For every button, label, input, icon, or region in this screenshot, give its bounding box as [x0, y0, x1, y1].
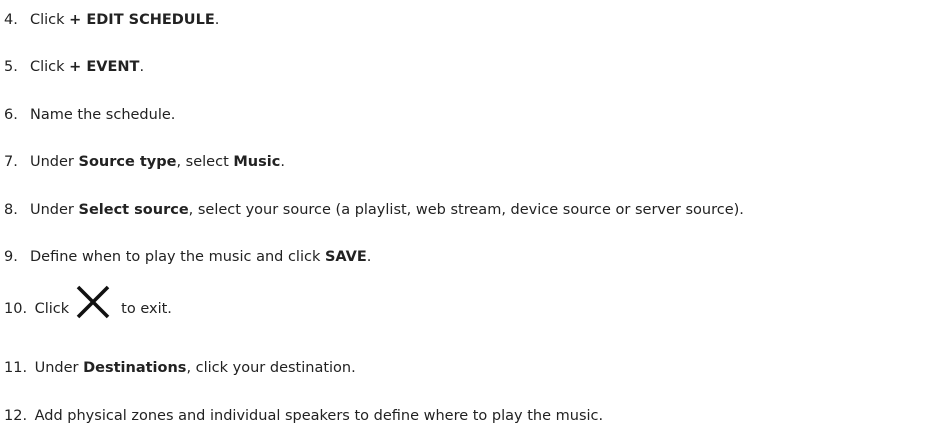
step-number: 5.: [4, 59, 18, 75]
step-text: Under: [30, 202, 74, 218]
step-text-end: , click your destination.: [186, 360, 356, 376]
step-ui-label: SAVE: [324, 249, 367, 265]
step-number: 11.: [4, 360, 28, 376]
step-10: 10. Click to exit.: [4, 285, 172, 323]
step-text: Add physical zones and individual speake…: [34, 408, 604, 424]
step-4: 4. Click + EDIT SCHEDULE.: [4, 6, 219, 34]
step-text: Click: [30, 59, 65, 75]
step-number: 9.: [4, 249, 18, 265]
step-ui-label: Destinations: [83, 360, 187, 376]
step-number: 7.: [4, 154, 18, 170]
step-text-end: .: [280, 154, 285, 170]
step-number: 12.: [4, 408, 28, 424]
step-text: Click: [30, 12, 65, 28]
step-text-end: to exit.: [121, 301, 172, 317]
step-11: 11. Under Destinations, click your desti…: [4, 354, 356, 382]
step-12: 12. Add physical zones and individual sp…: [4, 402, 603, 430]
step-text: Under: [34, 360, 79, 376]
step-text: Name the schedule.: [30, 107, 176, 123]
step-number: 4.: [4, 12, 18, 28]
step-6: 6. Name the schedule.: [4, 101, 175, 129]
step-text: Define when to play the music and click: [30, 249, 321, 265]
step-text-end: .: [366, 249, 372, 265]
close-icon: [75, 284, 111, 320]
step-number: 6.: [4, 107, 18, 123]
step-ui-label: + EVENT: [69, 59, 140, 75]
step-number: 8.: [4, 202, 18, 218]
step-text-end: .: [214, 12, 220, 28]
instruction-steps: 4. Click + EDIT SCHEDULE. 5. Click + EVENT…: [0, 0, 940, 446]
step-ui-label: + EDIT SCHEDULE: [69, 12, 215, 28]
step-9: 9. Define when to play the music and clic…: [4, 243, 371, 271]
step-number: 10.: [4, 301, 28, 317]
step-ui-label: Source type: [78, 154, 177, 170]
step-ui-label-2: Music: [233, 154, 281, 170]
step-text: Click: [34, 301, 70, 317]
step-8: 8. Under Select source, select your sourc…: [4, 196, 744, 224]
step-text-end: .: [139, 59, 145, 75]
step-text: Under: [30, 154, 74, 170]
step-text-end: , select your source (a playlist, web st…: [188, 202, 744, 218]
step-7: 7. Under Source type, select Music.: [4, 148, 285, 176]
step-5: 5. Click + EVENT.: [4, 53, 144, 81]
step-text-middle: , select: [176, 154, 229, 170]
step-ui-label: Select source: [78, 202, 189, 218]
